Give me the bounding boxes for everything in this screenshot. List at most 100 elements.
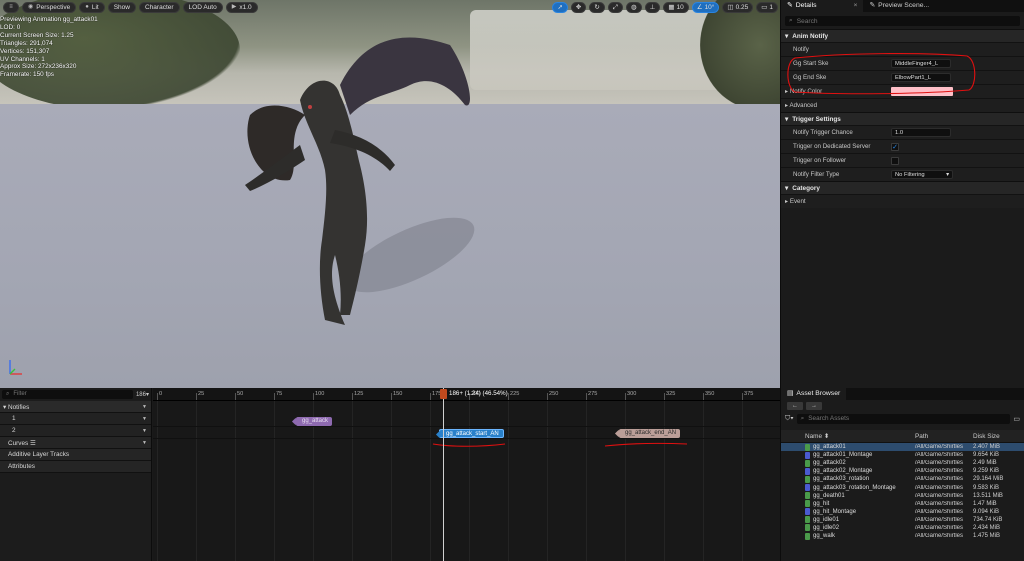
animation-viewport[interactable]: ≡ ◉ Perspective ● Lit Show Character LOD A… [0,0,780,388]
asset-row[interactable]: gg_idle01/All/Game/Shirtles 734.74 KiB [781,516,1024,524]
playback-speed-button[interactable]: ▶ x1.0 [225,2,258,13]
camera-speed-button[interactable]: ▭ 1 [756,2,778,13]
timeline-track-area[interactable]: 0 25 50 75 100 125 150 175 200 225 250 275 300 325 350… [153,388,780,561]
asset-row[interactable]: gg_attack01/All/Game/Shirtles 2.407 MiB [781,443,1024,452]
move-mode-button[interactable]: ✥ [570,2,587,13]
rotate-mode-button[interactable]: ↻ [589,2,605,13]
back-button[interactable]: ← [787,402,803,410]
track-options-icon[interactable]: ▼ [142,428,147,434]
property-label: Trigger on Dedicated Server [793,143,871,150]
frame-count[interactable]: 186▾ [136,391,149,398]
trigger-chance-field[interactable]: 1.0 [891,128,951,137]
character-preview[interactable] [230,15,530,350]
asset-path-cell: /All/Game/Shirtles [915,492,964,499]
asset-row[interactable]: gg_attack01_Montage/All/Game/Shirtles 9.6… [781,451,1024,459]
track-attributes[interactable]: Attributes [0,461,151,473]
scale-snap-button[interactable]: ◫ 0.25 [722,2,754,13]
tab-details[interactable]: ✎ Details × [781,0,864,12]
close-icon[interactable]: × [853,0,857,12]
perspective-button[interactable]: ◉ Perspective [22,2,77,13]
notify-lane[interactable] [153,415,780,427]
play-icon: ▶ [231,4,237,10]
world-space-button[interactable]: ◍ [626,2,642,13]
chevron-down-icon: ▾ [145,392,149,398]
track-notify-lane-2[interactable]: 2 ▼ [0,425,151,437]
details-search-input[interactable] [796,17,997,25]
stat-line: LOD: 0 [0,23,21,31]
property-label: Trigger on Follower [793,157,847,164]
track-notifies[interactable]: ▾ Notifies ▼ [0,401,151,413]
gg-start-ske-field[interactable]: MiddleFinger4_L [891,59,951,68]
track-additive-layer[interactable]: Additive Layer Tracks [0,449,151,461]
asset-row[interactable]: gg_hit/All/Game/Shirtles 1.47 MiB [781,500,1024,508]
asset-row[interactable]: gg_attack03_rotation_Montage/All/Game/Sh… [781,483,1024,492]
montage-asset-icon [805,451,810,459]
property-advanced[interactable]: ▸ Advanced [781,98,1024,112]
property-event[interactable]: ▸ Event [781,194,1024,208]
tab-asset-browser[interactable]: ▤ Asset Browser [781,388,847,400]
forward-button[interactable]: → [806,402,822,410]
character-wing-right [340,37,470,115]
ruler-tick-label: 275 [585,391,598,400]
column-path[interactable]: Path [915,433,973,440]
asset-row[interactable]: gg_hit_Montage/All/Game/Shirtles 9.094 Ki… [781,508,1024,516]
gg-end-ske-field[interactable]: ElbowPart1_L [891,73,951,82]
arrow-right-icon: → [811,403,817,409]
scale-mode-button[interactable]: ⤢ [607,2,623,13]
asset-row[interactable]: gg_attack02_Montage/All/Game/Shirtles 9.2… [781,467,1024,475]
playhead-handle[interactable] [440,389,447,399]
asset-size-cell: 9.654 KiB [973,452,1000,459]
section-category[interactable]: ▾ Category [781,181,1024,194]
notify-gg-attack[interactable]: gg_attack [296,417,333,426]
asset-name-cell: gg_hit [781,500,915,508]
viewport-menu-button[interactable]: ≡ [3,2,19,13]
asset-name-cell: gg_attack02 [781,459,915,467]
notify-gg-attack-end[interactable]: gg_attack_end_AN [619,429,681,438]
asset-row[interactable]: gg_attack02/All/Game/Shirtles 2.49 MiB [781,459,1024,467]
section-anim-notify[interactable]: ▾ Anim Notify [781,29,1024,42]
select-mode-button[interactable]: ➚ [552,2,568,13]
details-search[interactable]: ⌕ [785,16,1020,26]
trigger-follower-checkbox[interactable] [891,156,899,165]
angle-snap-button[interactable]: ∠ 10° [691,2,720,13]
asset-browser-tab-bar: ▤ Asset Browser [781,388,1024,400]
lit-button[interactable]: ● Lit [79,2,105,13]
section-trigger-settings[interactable]: ▾ Trigger Settings [781,112,1024,125]
tab-preview-scene[interactable]: ✎ Preview Scene... [863,0,935,12]
character-button[interactable]: Character [138,2,180,13]
viewport-stats: Previewing Animation gg_attack01 LOD: 0 … [0,16,98,79]
track-options-icon[interactable]: ▼ [142,440,147,446]
show-button[interactable]: Show [107,2,136,13]
track-options-icon[interactable]: ▼ [142,416,147,422]
playhead-line[interactable] [443,388,444,561]
dedicated-server-checkbox[interactable]: ✓ [891,142,899,151]
track-notify-lane-1[interactable]: 1 ▼ [0,413,151,425]
column-disk-size[interactable]: Disk Size [973,433,1000,440]
animation-asset-icon [805,516,810,524]
lod-button[interactable]: LOD Auto [182,2,223,13]
filter-icon[interactable]: ⛉▾ [785,415,794,423]
scene-icon: ✎ [869,2,876,9]
folder-icon[interactable]: ▭ [1013,415,1020,423]
asset-row[interactable]: gg_idle02/All/Game/Shirtles 2.434 MiB [781,524,1024,532]
asset-row[interactable]: gg_attack03_rotation/All/Game/Shirtles 29… [781,475,1024,483]
annotation-underline [604,442,688,447]
ruler-tick-label: 0 [156,391,163,400]
column-name[interactable]: Name ⬍ [781,432,915,440]
angle-icon: ∠ [696,4,703,11]
track-curves[interactable]: Curves ☰ ▼ [0,437,151,449]
track-filter-input[interactable]: ⌕ Filter [2,390,133,399]
asset-search-input[interactable]: ⌕ Search Assets [796,414,1011,424]
filter-type-dropdown[interactable]: No Filtering ▾ [891,170,953,179]
grid-snap-button[interactable]: ▦ 10 [663,2,689,13]
asset-row[interactable]: gg_death01/All/Game/Shirtles 13.511 MiB [781,492,1024,500]
asset-path-cell: /All/Game/Shirtles [915,476,964,483]
asset-size-cell: 734.74 KiB [973,516,1003,523]
notify-color-swatch[interactable] [891,87,953,96]
track-options-icon[interactable]: ▼ [142,404,147,410]
notify-gg-attack-start[interactable]: gg_attack_start_AN [439,429,504,438]
asset-path-cell: /All/Game/Shirtles [915,524,964,531]
asset-row[interactable]: gg_walk/All/Game/Shirtles 1.475 MiB [781,532,1024,540]
check-icon: ✓ [892,143,898,151]
surface-snap-button[interactable]: ⊥ [644,2,661,13]
